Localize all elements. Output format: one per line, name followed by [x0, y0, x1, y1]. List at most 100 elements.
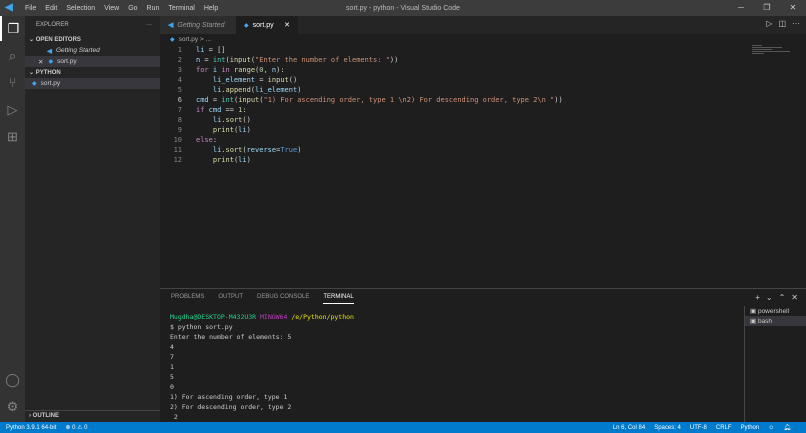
problems-count[interactable]: ⊗ 0 ⚠ 0	[65, 425, 87, 431]
terminal-dropdown-icon[interactable]: ⌄	[766, 293, 773, 302]
line-number: 4	[160, 75, 182, 85]
open-editors-section[interactable]: ⌄ OPEN EDITORS	[25, 34, 160, 45]
code-line[interactable]: 1li = []	[160, 45, 800, 55]
line-number: 9	[160, 125, 182, 135]
feedback-icon[interactable]: ☺	[768, 425, 774, 431]
code-line[interactable]: 4 li_element = input()	[160, 75, 800, 85]
menu-selection[interactable]: Selection	[66, 5, 95, 12]
cursor-position[interactable]: Ln 6, Col 84	[613, 425, 645, 431]
restore-icon[interactable]: ❐	[754, 0, 780, 16]
terminal-line: 7	[170, 352, 354, 362]
explorer-icon[interactable]: ❐	[0, 16, 25, 41]
tab-label: sort.py	[253, 22, 274, 29]
minimap[interactable]	[752, 45, 792, 57]
close-panel-icon[interactable]: ✕	[791, 293, 798, 302]
more-actions-icon[interactable]: ···	[146, 22, 152, 28]
maximize-panel-icon[interactable]: ⌃	[779, 293, 786, 302]
code-line[interactable]: 10else:	[160, 135, 800, 145]
outline-label: OUTLINE	[33, 413, 59, 419]
notifications-icon[interactable]: 🔔︎	[783, 425, 791, 431]
code-line[interactable]: 6cmd = int(input("1) For ascending order…	[160, 95, 800, 105]
breadcrumb[interactable]: ◆sort.py > ...	[170, 36, 211, 43]
menu-terminal[interactable]: Terminal	[168, 5, 194, 12]
terminal-output[interactable]: Mugdha@DESKTOP-M432U3R MINGW64 /e/Python…	[170, 312, 354, 432]
terminal-powershell[interactable]: ▣ powershell	[745, 306, 806, 316]
open-editors-label: OPEN EDITORS	[36, 37, 81, 43]
code-token: :	[213, 135, 217, 145]
code-token: ,	[263, 65, 271, 75]
line-number: 12	[160, 155, 182, 165]
code-line[interactable]: 12 print(li)	[160, 155, 800, 165]
line-number: 6	[160, 95, 182, 105]
tab-sort-py[interactable]: ◆sort.py✕	[236, 16, 298, 34]
tab-getting-started[interactable]: ◀Getting Started	[160, 16, 236, 34]
code-line[interactable]: 3for i in range(0, n):	[160, 65, 800, 75]
extensions-icon[interactable]: ⊞	[0, 124, 25, 149]
title-bar: ◀ FileEditSelectionViewGoRunTerminalHelp…	[0, 0, 806, 16]
code-token: li	[238, 125, 246, 135]
more-actions-icon[interactable]: ···	[792, 19, 800, 28]
open-editor-label: sort.py	[57, 58, 77, 65]
tab-debug-console[interactable]: DEBUG CONSOLE	[257, 294, 309, 304]
terminal-line: 2	[170, 412, 354, 422]
code-line[interactable]: 2n = int(input("Enter the number of elem…	[160, 55, 800, 65]
code-token: print	[213, 155, 234, 165]
code-token: input	[230, 55, 251, 65]
code-token: sort	[226, 145, 243, 155]
code-token: input	[268, 75, 289, 85]
menu-edit[interactable]: Edit	[45, 5, 57, 12]
menu-bar: File Edit Selection View Go Run Terminal Help	[25, 5, 227, 12]
close-icon[interactable]: ✕	[38, 58, 43, 66]
code-editor[interactable]: 1li = []2n = int(input("Enter the number…	[160, 45, 800, 165]
end-of-line[interactable]: CRLF	[716, 425, 732, 431]
open-editor-getting-started[interactable]: ◀Getting Started	[25, 45, 160, 56]
encoding[interactable]: UTF-8	[690, 425, 707, 431]
code-token: )	[297, 145, 301, 155]
python-folder-section[interactable]: ⌄ PYTHON	[25, 67, 160, 78]
minimize-icon[interactable]: ─	[728, 0, 754, 16]
code-token	[196, 155, 213, 165]
outline-section[interactable]: › OUTLINE	[25, 410, 160, 422]
close-icon[interactable]: ✕	[780, 0, 806, 16]
code-token: li	[196, 45, 204, 55]
menu-file[interactable]: File	[25, 5, 36, 12]
account-icon[interactable]: ◯	[0, 367, 25, 392]
tab-problems[interactable]: PROBLEMS	[171, 294, 204, 304]
menu-run[interactable]: Run	[147, 5, 160, 12]
line-number: 11	[160, 145, 182, 155]
settings-gear-icon[interactable]: ⚙	[0, 394, 25, 419]
language-mode[interactable]: Python	[741, 425, 760, 431]
terminal-line: 5	[170, 372, 354, 382]
code-line[interactable]: 5 li.append(li_element)	[160, 85, 800, 95]
source-control-icon[interactable]: ⑂	[0, 70, 25, 95]
code-line[interactable]: 9 print(li)	[160, 125, 800, 135]
menu-view[interactable]: View	[104, 5, 119, 12]
terminal-line: 1	[170, 362, 354, 372]
code-line[interactable]: 8 li.sort()	[160, 115, 800, 125]
breadcrumb-text: sort.py > ...	[179, 36, 211, 43]
tab-terminal[interactable]: TERMINAL	[323, 294, 353, 304]
code-token: append	[226, 85, 251, 95]
indentation[interactable]: Spaces: 4	[654, 425, 681, 431]
run-file-icon[interactable]: ▷	[766, 19, 772, 28]
new-terminal-icon[interactable]: +	[755, 293, 760, 302]
split-editor-icon[interactable]: ◫	[778, 19, 786, 28]
code-token: "1) For ascending order, type 1 \n2) For…	[263, 95, 554, 105]
open-editor-sort-py[interactable]: ✕◆sort.py	[25, 56, 160, 67]
code-line[interactable]: 11 li.sort(reverse=True)	[160, 145, 800, 155]
code-token: li	[196, 85, 221, 95]
run-debug-icon[interactable]: ▷	[0, 97, 25, 122]
code-line[interactable]: 7if cmd == 1:	[160, 105, 800, 115]
menu-go[interactable]: Go	[128, 5, 137, 12]
code-token: int	[213, 55, 226, 65]
code-token: ))	[390, 55, 398, 65]
tab-close-icon[interactable]: ✕	[284, 21, 290, 29]
menu-help[interactable]: Help	[204, 5, 218, 12]
code-token: )	[247, 155, 251, 165]
code-token: for	[196, 65, 209, 75]
python-interpreter[interactable]: Python 3.9.1 64-bit	[6, 425, 56, 431]
file-sort-py[interactable]: ◆sort.py	[25, 78, 160, 89]
tab-output[interactable]: OUTPUT	[218, 294, 243, 304]
terminal-bash[interactable]: ▣ bash	[745, 316, 806, 326]
search-icon[interactable]: ⌕	[0, 43, 25, 68]
